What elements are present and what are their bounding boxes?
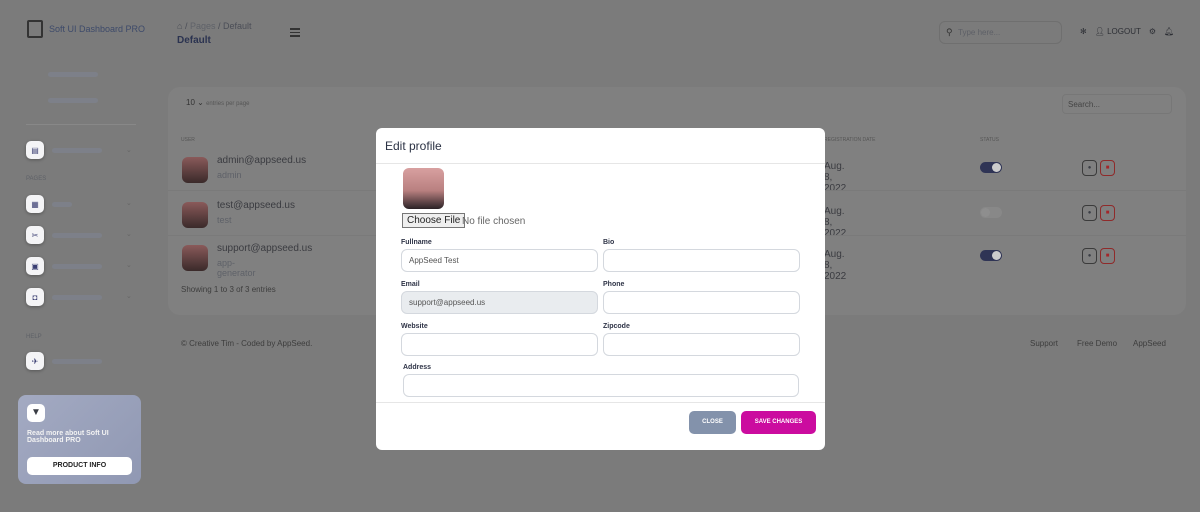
edit-button[interactable]: ● <box>1082 248 1097 264</box>
table-search-input[interactable]: Search... <box>1062 94 1172 114</box>
bio-input[interactable] <box>603 249 800 272</box>
sidebar-item-authentication[interactable] <box>52 295 102 300</box>
table-footer-info: Showing 1 to 3 of 3 entries <box>181 285 276 294</box>
footer-copyright: © Creative Tim - Coded by AppSeed. <box>181 339 313 348</box>
promo-text: Read more about Soft UI Dashboard PRO <box>27 430 109 444</box>
sidebar-item-dashboards[interactable] <box>52 148 102 153</box>
brand-name[interactable]: Soft UI Dashboard PRO <box>49 24 145 34</box>
entries-label: entries per page <box>206 101 250 107</box>
search-placeholder: Type here... <box>958 28 1001 37</box>
sidebar-item-pages[interactable] <box>52 202 72 207</box>
logout-label: LOGOUT <box>1107 27 1141 36</box>
email-input: support@appseed.us <box>401 291 598 314</box>
footer-link-free-demo[interactable]: Free Demo <box>1077 339 1117 348</box>
gear-icon[interactable]: ⚙ <box>1149 27 1156 36</box>
brand-logo-icon <box>27 20 43 38</box>
sidebar-item-profile[interactable] <box>48 72 98 77</box>
edit-button[interactable]: ● <box>1082 160 1097 176</box>
chevron-down-icon[interactable]: ⌄ <box>126 230 132 238</box>
logout-button[interactable]: 👤︎ LOGOUT <box>1095 27 1141 36</box>
home-icon[interactable]: ⌂ <box>177 21 182 31</box>
chevron-down-icon[interactable]: ⌄ <box>126 292 132 300</box>
close-button[interactable]: CLOSE <box>689 411 736 434</box>
modal-divider <box>376 163 825 164</box>
applications-icon[interactable]: ✂ <box>26 226 44 244</box>
website-label: Website <box>401 323 428 330</box>
entries-value: 10 <box>186 98 195 107</box>
edit-button[interactable]: ● <box>1082 205 1097 221</box>
search-input[interactable]: ⚲ Type here... <box>939 21 1062 44</box>
chevron-down-icon: ⌄ <box>197 98 204 107</box>
footer-link-support[interactable]: Support <box>1030 339 1058 348</box>
sidebar-item-ecommerce[interactable] <box>52 264 102 269</box>
address-input[interactable] <box>403 374 799 397</box>
menu-toggle-icon[interactable] <box>290 28 300 39</box>
no-file-text: No file chosen <box>462 216 526 227</box>
bio-label: Bio <box>603 239 615 246</box>
header-user[interactable]: USER <box>181 137 195 143</box>
settings-sun-icon[interactable]: ✻ <box>1080 27 1087 36</box>
edit-profile-modal: Edit profile Choose File No file chosen … <box>376 128 825 450</box>
header-registration-date[interactable]: REGISTRATION DATE <box>824 137 875 143</box>
user-username: app-generator <box>217 258 256 278</box>
profile-avatar <box>403 168 444 209</box>
user-username: test <box>217 215 232 225</box>
phone-input[interactable] <box>603 291 800 314</box>
ecommerce-icon[interactable]: ▣ <box>26 257 44 275</box>
status-toggle[interactable] <box>980 207 1002 218</box>
user-email: admin@appseed.us <box>217 155 307 166</box>
user-username: admin <box>217 170 242 180</box>
user-avatar <box>182 202 208 228</box>
chevron-down-icon[interactable]: ⌄ <box>126 261 132 269</box>
user-avatar <box>182 157 208 183</box>
top-actions: ✻ 👤︎ LOGOUT ⚙ 🔔︎ <box>1080 27 1174 36</box>
breadcrumb-pages[interactable]: Pages <box>190 21 216 31</box>
sidebar-item-applications[interactable] <box>52 233 102 238</box>
breadcrumb: ⌂ / Pages / Default <box>177 21 252 31</box>
sidebar-divider <box>26 124 136 125</box>
promo-card: ▼ Read more about Soft UI Dashboard PRO … <box>18 395 141 484</box>
rocket-icon[interactable]: ✈ <box>26 352 44 370</box>
search-icon: ⚲ <box>946 27 953 37</box>
chevron-down-icon[interactable]: ⌄ <box>126 199 132 207</box>
authentication-icon[interactable]: ◘ <box>26 288 44 306</box>
fullname-label: Fullname <box>401 239 432 246</box>
modal-footer-divider <box>376 402 825 403</box>
chevron-down-icon[interactable]: ⌄ <box>126 146 132 154</box>
phone-label: Phone <box>603 281 625 288</box>
status-toggle[interactable] <box>980 162 1002 173</box>
header-status[interactable]: STATUS <box>980 137 999 143</box>
status-toggle[interactable] <box>980 250 1002 261</box>
section-pages: PAGES <box>26 176 47 182</box>
diamond-icon: ▼ <box>27 404 45 422</box>
email-label: Email <box>401 281 420 288</box>
website-input[interactable] <box>401 333 598 356</box>
address-label: Address <box>403 364 432 371</box>
sidebar-item-signout[interactable] <box>48 98 98 103</box>
user-email: support@appseed.us <box>217 243 313 254</box>
table-search-placeholder: Search... <box>1068 100 1101 109</box>
save-changes-button[interactable]: SAVE CHANGES <box>741 411 816 434</box>
dashboards-icon[interactable]: ▤ <box>26 141 44 159</box>
fullname-input[interactable]: AppSeed Test <box>401 249 598 272</box>
entries-select[interactable]: 10 ⌄ entries per page <box>186 98 249 107</box>
footer-link-appseed[interactable]: AppSeed <box>1133 339 1166 348</box>
sidebar-item-help[interactable] <box>52 359 102 364</box>
pages-icon[interactable]: ▦ <box>26 195 44 213</box>
delete-button[interactable]: ■ <box>1100 205 1115 221</box>
zipcode-label: Zipcode <box>603 323 630 330</box>
registration-date: Aug. 8, 2022 <box>824 249 847 282</box>
user-avatar <box>182 245 208 271</box>
product-info-button[interactable]: PRODUCT INFO <box>27 457 132 475</box>
delete-button[interactable]: ■ <box>1100 160 1115 176</box>
bell-icon[interactable]: 🔔︎ <box>1164 27 1174 36</box>
choose-file-button[interactable]: Choose File <box>402 213 466 228</box>
modal-title: Edit profile <box>385 139 442 153</box>
breadcrumb-current: Default <box>223 21 252 31</box>
user-email: test@appseed.us <box>217 200 295 211</box>
zipcode-input[interactable] <box>603 333 800 356</box>
delete-button[interactable]: ■ <box>1100 248 1115 264</box>
section-help: HELP <box>26 334 42 340</box>
page-title: Default <box>177 35 211 46</box>
